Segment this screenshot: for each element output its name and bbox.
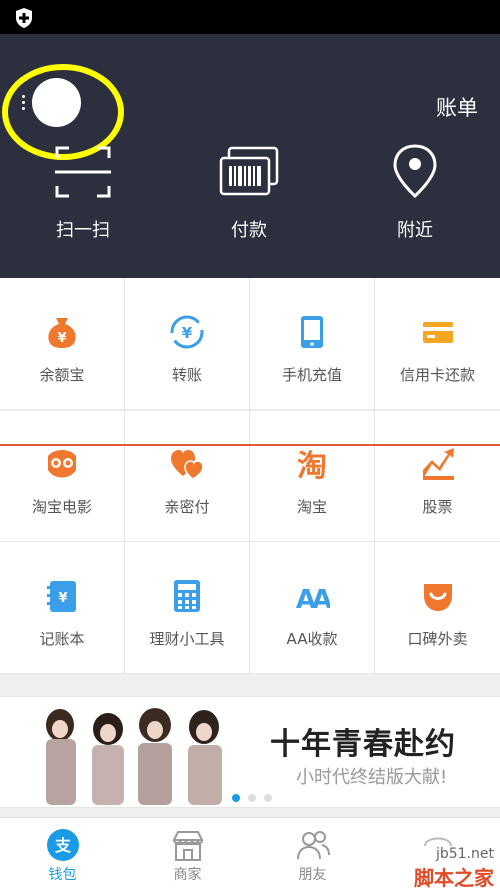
tab-friends[interactable]: 朋友 (250, 818, 375, 889)
banner-photo (46, 708, 222, 805)
watermark-url: jb51.net (435, 846, 494, 862)
scan-button[interactable]: 扫一扫 (0, 142, 166, 242)
watermark-name: 脚本之家 (414, 866, 494, 889)
grid-item-aa-collect[interactable]: AA AA收款 (250, 542, 375, 674)
wallet-header: 账单 扫一扫 付款 附近 (0, 34, 500, 278)
hearts-icon (171, 450, 204, 480)
grid-item-koubei-takeout[interactable]: 口碑外卖 (375, 542, 500, 674)
grid-item-credit-card[interactable]: 信用卡还款 (375, 278, 500, 410)
grid-item-label: 理财小工具 (149, 630, 225, 648)
phone-icon (301, 316, 323, 348)
row-divider (0, 410, 500, 411)
aa-icon: AA (296, 585, 330, 614)
grid-item-stocks[interactable]: 股票 (375, 410, 500, 542)
quick-actions: 扫一扫 付款 附近 (0, 142, 500, 242)
tab-label: 钱包 (48, 867, 77, 883)
barcode-pay-icon (219, 146, 279, 196)
carousel-dot[interactable] (248, 794, 256, 802)
friends-icon (296, 831, 330, 860)
site-watermark: jb51.net 脚本之家 (390, 846, 494, 889)
tab-merchants[interactable]: 商家 (125, 818, 250, 889)
store-icon (171, 831, 204, 861)
svg-text:AA: AA (296, 585, 330, 614)
grid-item-phone-topup[interactable]: 手机充值 (250, 278, 375, 410)
grid-item-finance-tools[interactable]: 理财小工具 (125, 542, 250, 674)
grid-item-label: 股票 (422, 498, 453, 516)
bill-button[interactable]: 账单 (436, 92, 478, 122)
tab-label: 朋友 (298, 867, 327, 883)
money-bag-icon: ¥ (48, 318, 76, 348)
shield-icon (16, 8, 32, 28)
svg-text:¥: ¥ (58, 591, 67, 606)
banner-subtitle: 小时代终结版大献! (296, 767, 448, 788)
grid-item-intimate-pay[interactable]: 亲密付 (125, 410, 250, 542)
credit-card-icon (422, 322, 453, 343)
grid-item-label: 淘宝 (296, 498, 327, 516)
nearby-label: 附近 (397, 220, 433, 241)
nearby-button[interactable]: 附近 (332, 142, 498, 242)
scan-icon (55, 146, 111, 198)
grid-item-label: 亲密付 (164, 498, 210, 516)
service-grid: ¥ 余额宝 ¥ 转账 手机充值 信用卡还款 淘宝电影 亲密付 淘 淘宝 股票 ¥… (0, 278, 500, 674)
carousel-dot-active[interactable] (232, 794, 240, 802)
scan-label: 扫一扫 (56, 220, 110, 241)
grid-item-taobao-movie[interactable]: 淘宝电影 (0, 410, 125, 542)
pay-label: 付款 (231, 220, 267, 241)
transfer-icon: ¥ (170, 315, 204, 349)
banner-title: 十年青春赴约 (270, 727, 456, 762)
wallet-icon: 支 (46, 829, 79, 861)
grid-item-taobao[interactable]: 淘 淘宝 (250, 410, 375, 542)
grid-item-transfer[interactable]: ¥ 转账 (125, 278, 250, 410)
svg-text:支: 支 (53, 836, 71, 855)
grid-item-ledger[interactable]: ¥ 记账本 (0, 542, 125, 674)
status-bar (0, 0, 500, 34)
grid-item-label: 记账本 (39, 630, 85, 648)
calculator-icon (174, 580, 200, 612)
svg-text:淘: 淘 (297, 449, 327, 482)
taobao-icon: 淘 (297, 449, 327, 482)
stock-chart-icon (422, 448, 454, 480)
svg-text:¥: ¥ (57, 331, 66, 346)
promo-banner[interactable]: 十年青春赴约 小时代终结版大献! (0, 696, 500, 808)
koubei-icon (423, 584, 452, 611)
scroll-indicator-line (0, 444, 500, 446)
grid-item-label: 手机充值 (281, 366, 342, 384)
tab-wallet[interactable]: 支 钱包 (0, 818, 125, 889)
grid-item-yuebao[interactable]: ¥ 余额宝 (0, 278, 125, 410)
movie-glasses-icon (48, 450, 76, 478)
carousel-dot[interactable] (264, 794, 272, 802)
grid-item-label: 口碑外卖 (407, 630, 468, 648)
grid-item-label: 余额宝 (39, 366, 85, 384)
tab-label: 商家 (173, 867, 202, 883)
grid-item-label: 转账 (171, 366, 202, 384)
grid-item-label: 信用卡还款 (399, 366, 475, 384)
grid-item-label: AA收款 (286, 630, 338, 648)
pay-button[interactable]: 付款 (166, 142, 332, 242)
grid-item-label: 淘宝电影 (31, 498, 92, 516)
svg-text:¥: ¥ (182, 324, 193, 342)
carousel-dots[interactable] (232, 794, 272, 802)
ledger-icon: ¥ (47, 581, 76, 612)
location-pin-icon (393, 144, 437, 199)
